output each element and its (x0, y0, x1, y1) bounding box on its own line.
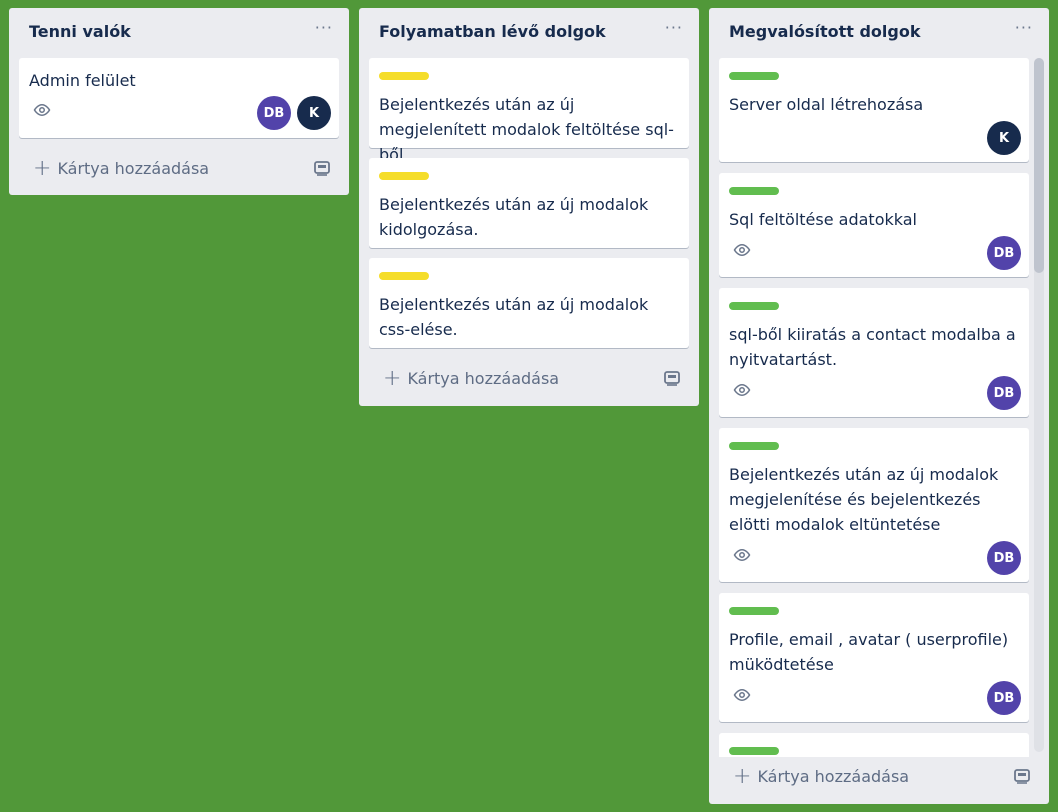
eye-icon (33, 103, 51, 117)
card[interactable]: Bejelentkezés után az új modalok css-elé… (369, 258, 689, 348)
avatar[interactable]: DB (987, 541, 1021, 575)
plus-icon: + (33, 156, 52, 181)
list-title[interactable]: Tenni valók (29, 22, 131, 41)
list-menu-button[interactable]: ··· (315, 18, 333, 37)
card[interactable]: Bejelentkezés után az új modalok megjele… (719, 428, 1029, 582)
label-green[interactable] (729, 442, 779, 450)
eye-icon (733, 243, 751, 257)
add-card-button[interactable]: + Kártya hozzáadása (33, 155, 210, 181)
card-template-icon[interactable] (663, 370, 681, 386)
list-title[interactable]: Folyamatban lévő dolgok (379, 22, 606, 41)
eye-icon (733, 548, 751, 562)
card[interactable]: Bejelentkezés után az új modalok kidolgo… (369, 158, 689, 248)
card[interactable]: Server oldal létrehozása K (719, 58, 1029, 162)
card-template-icon[interactable] (313, 160, 331, 176)
label-yellow[interactable] (379, 72, 429, 80)
card[interactable]: sql-ből kiiratás a contact modalba a nyi… (719, 288, 1029, 417)
list-menu-button[interactable]: ··· (665, 18, 683, 37)
add-card-button[interactable]: + Kártya hozzáadása (383, 365, 560, 391)
label-green[interactable] (729, 302, 779, 310)
list-menu-button[interactable]: ··· (1015, 18, 1033, 37)
plus-icon: + (733, 764, 752, 789)
list-header[interactable]: Tenni valók ··· (9, 8, 349, 58)
add-card-label: Kártya hozzáadása (757, 767, 910, 786)
avatar[interactable]: DB (987, 681, 1021, 715)
label-green[interactable] (729, 72, 779, 80)
avatar[interactable]: DB (987, 376, 1021, 410)
eye-icon (733, 383, 751, 397)
list-header[interactable]: Folyamatban lévő dolgok ··· (359, 8, 699, 58)
label-yellow[interactable] (379, 272, 429, 280)
card-admin-felulet[interactable]: Admin felület DB K (19, 58, 339, 138)
card-title: Server oldal létrehozása (729, 95, 924, 114)
avatar[interactable]: K (297, 96, 331, 130)
add-card-label: Kártya hozzáadása (57, 159, 210, 178)
avatar[interactable]: DB (257, 96, 291, 130)
label-green[interactable] (729, 747, 779, 755)
label-green[interactable] (729, 607, 779, 615)
label-green[interactable] (729, 187, 779, 195)
card[interactable]: Profile, email , avatar ( userprofile) m… (719, 593, 1029, 722)
list-scrollbar[interactable] (1034, 58, 1044, 752)
card-title: Admin felület (29, 71, 136, 90)
card-title: sql-ből kiiratás a contact modalba a nyi… (729, 325, 1016, 369)
card-title: Bejelentkezés után az új modalok css-elé… (379, 295, 649, 339)
scrollbar-thumb[interactable] (1034, 58, 1044, 273)
eye-icon (733, 688, 751, 702)
list-folyamatban: Folyamatban lévő dolgok ··· Bejelentkezé… (359, 8, 699, 406)
card-title: Bejelentkezés után az új modalok kidolgo… (379, 195, 649, 239)
add-card-label: Kártya hozzáadása (407, 369, 560, 388)
list-header[interactable]: Megvalósított dolgok ··· (709, 8, 1049, 58)
card[interactable] (719, 733, 1029, 757)
card-title: Sql feltöltése adatokkal (729, 210, 917, 229)
avatar[interactable]: DB (987, 236, 1021, 270)
avatar[interactable]: K (987, 121, 1021, 155)
card[interactable]: Sql feltöltése adatokkal DB (719, 173, 1029, 277)
list-tenni-valok: Tenni valók ··· Admin felület DB K + Kárt… (9, 8, 349, 195)
card-template-icon[interactable] (1013, 768, 1031, 784)
card-title: Bejelentkezés után az új modalok megjele… (729, 465, 999, 534)
label-yellow[interactable] (379, 172, 429, 180)
card-title: Bejelentkezés után az új megjelenített m… (379, 95, 674, 164)
plus-icon: + (383, 366, 402, 391)
card[interactable]: Bejelentkezés után az új megjelenített m… (369, 58, 689, 164)
list-title[interactable]: Megvalósított dolgok (729, 22, 920, 41)
add-card-button[interactable]: + Kártya hozzáadása (733, 763, 910, 789)
list-megvalositott: Megvalósított dolgok ··· Server oldal lé… (709, 8, 1049, 804)
card-title: Profile, email , avatar ( userprofile) m… (729, 630, 1009, 674)
